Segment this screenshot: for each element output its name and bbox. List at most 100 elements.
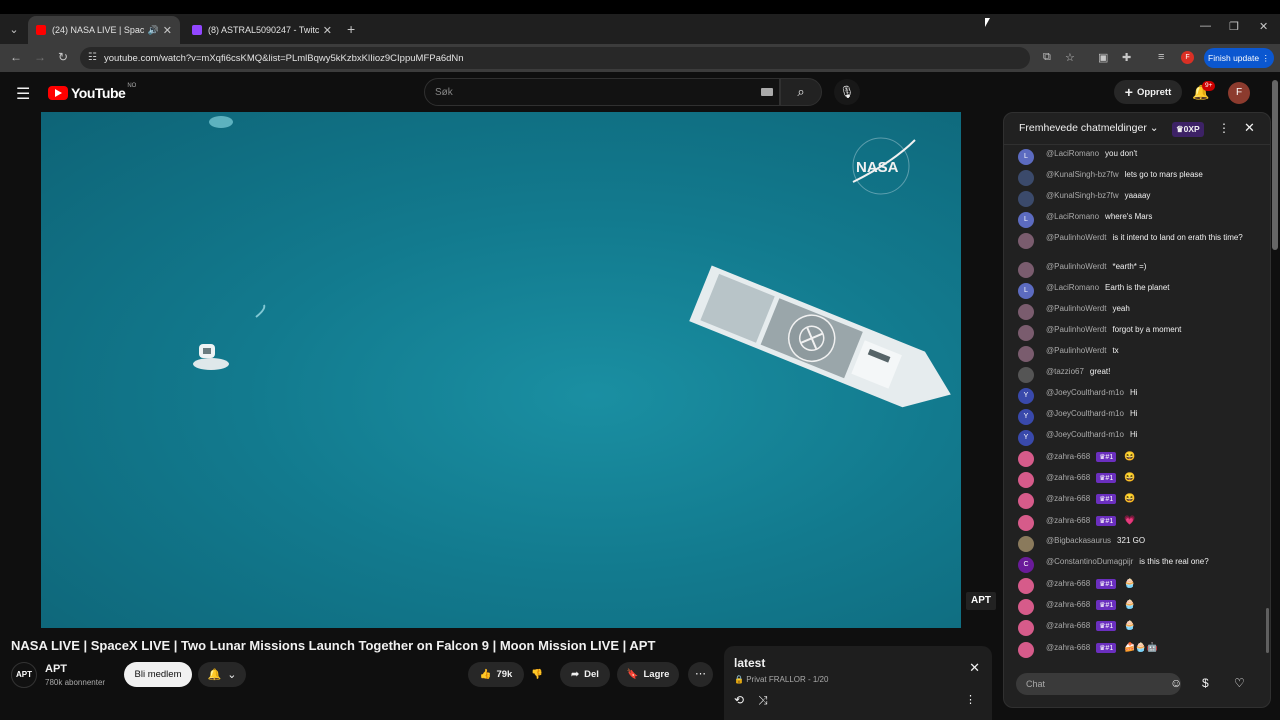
chat-author-avatar[interactable] (1018, 472, 1034, 488)
chat-author-avatar[interactable]: Y (1018, 430, 1034, 446)
extension-icon[interactable]: ▣ (1098, 51, 1108, 64)
chat-author-name[interactable]: @zahra-668 (1046, 473, 1090, 482)
chat-author-avatar[interactable]: Y (1018, 409, 1034, 425)
puzzle-icon[interactable]: ✚ (1122, 51, 1131, 64)
tab-twitch[interactable]: (8) ASTRAL5090247 - Twitch ✕ (184, 16, 340, 44)
chat-author-avatar[interactable] (1018, 515, 1034, 531)
minimize-icon[interactable]: — (1200, 20, 1211, 32)
chat-input[interactable]: Chat (1016, 673, 1181, 695)
more-actions-icon[interactable]: ⋯ (688, 662, 713, 687)
chat-author-name[interactable]: @PaulinhoWerdt (1046, 346, 1106, 355)
tab-youtube[interactable]: (24) NASA LIVE | SpaceX LIV 🔊 ✕ (28, 16, 180, 44)
chat-author-avatar[interactable] (1018, 620, 1034, 636)
chat-author-name[interactable]: @LaciRomano (1046, 212, 1099, 221)
chat-author-name[interactable]: @tazzio67 (1046, 367, 1084, 376)
chat-author-avatar[interactable] (1018, 451, 1034, 467)
site-info-icon[interactable]: ☷ (88, 52, 97, 63)
close-tab-icon[interactable]: ✕ (323, 24, 332, 37)
xp-badge[interactable]: ♛0XP (1172, 122, 1204, 137)
chat-author-name[interactable]: @zahra-668 (1046, 452, 1090, 461)
chat-author-avatar[interactable] (1018, 191, 1034, 207)
chat-author-name[interactable]: @KunalSingh-bz7fw (1046, 191, 1119, 200)
menu-icon[interactable]: ☰ (16, 84, 30, 104)
loop-icon[interactable]: ⟲ (734, 693, 758, 707)
search-button[interactable]: ⌕ (780, 78, 822, 106)
chat-author-avatar[interactable]: C (1018, 557, 1034, 573)
chat-author-avatar[interactable] (1018, 325, 1034, 341)
chat-author-avatar[interactable]: L (1018, 283, 1034, 299)
chat-author-avatar[interactable]: Y (1018, 388, 1034, 404)
join-button[interactable]: Bli medlem (124, 662, 192, 687)
chat-author-avatar[interactable] (1018, 493, 1034, 509)
close-window-icon[interactable]: ✕ (1259, 20, 1268, 33)
new-tab-icon[interactable]: + (347, 21, 355, 37)
save-button[interactable]: 🔖 Lagre (617, 662, 679, 687)
media-control-icon[interactable]: ≡ (1158, 51, 1164, 63)
tab-search-icon[interactable]: ⌄ (6, 22, 22, 38)
chat-author-name[interactable]: @PaulinhoWerdt (1046, 233, 1106, 242)
chat-author-name[interactable]: @zahra-668 (1046, 579, 1090, 588)
chat-author-avatar[interactable] (1018, 262, 1034, 278)
playlist-menu-icon[interactable]: ⋮ (965, 693, 976, 706)
chat-author-name[interactable]: @PaulinhoWerdt (1046, 262, 1106, 271)
dislike-button[interactable]: 👎 (526, 662, 548, 687)
browser-profile-avatar[interactable]: F (1181, 51, 1194, 64)
keyboard-icon[interactable] (761, 88, 773, 96)
channel-name[interactable]: APT (45, 663, 67, 675)
shuffle-icon[interactable]: ⤨ (758, 693, 782, 707)
chat-author-name[interactable]: @zahra-668 (1046, 621, 1090, 630)
url-bar[interactable]: ☷ youtube.com/watch?v=mXqfi6csKMQ&list=P… (80, 47, 1030, 69)
channel-avatar[interactable]: APT (11, 662, 37, 688)
video-player[interactable]: NASA (41, 112, 961, 628)
create-button[interactable]: + Opprett (1114, 80, 1182, 104)
playlist-title[interactable]: latest (734, 656, 765, 670)
reload-icon[interactable]: ↻ (58, 50, 68, 64)
heart-icon[interactable]: ♡ (1234, 676, 1245, 690)
like-button[interactable]: 👍 79k (468, 662, 524, 687)
chat-author-avatar[interactable] (1018, 367, 1034, 383)
chat-menu-icon[interactable]: ⋮ (1218, 121, 1230, 135)
chat-author-name[interactable]: @PaulinhoWerdt (1046, 325, 1106, 334)
restore-icon[interactable]: ❐ (1229, 20, 1239, 33)
close-chat-icon[interactable]: ✕ (1244, 120, 1255, 136)
youtube-logo[interactable]: YouTube NO (48, 83, 136, 101)
chat-author-name[interactable]: @JoeyCoulthard-m1o (1046, 430, 1124, 439)
speaker-icon[interactable]: 🔊 (148, 25, 159, 36)
chat-scrollbar[interactable] (1266, 153, 1269, 658)
chat-author-name[interactable]: @zahra-668 (1046, 600, 1090, 609)
chat-author-avatar[interactable] (1018, 304, 1034, 320)
chat-author-name[interactable]: @JoeyCoulthard-m1o (1046, 409, 1124, 418)
chat-author-name[interactable]: @KunalSingh-bz7fw (1046, 170, 1119, 179)
page-scrollbar[interactable] (1272, 80, 1278, 250)
chat-author-name[interactable]: @JoeyCoulthard-m1o (1046, 388, 1124, 397)
chat-author-name[interactable]: @LaciRomano (1046, 149, 1099, 158)
chat-author-name[interactable]: @Bigbackasaurus (1046, 536, 1111, 545)
close-playlist-icon[interactable]: ✕ (969, 660, 980, 676)
chat-scroll-thumb[interactable] (1266, 608, 1269, 653)
chat-author-avatar[interactable] (1018, 599, 1034, 615)
install-app-icon[interactable]: ⧉ (1043, 51, 1051, 64)
emoji-icon[interactable]: ☺ (1170, 676, 1182, 690)
chat-author-name[interactable]: @zahra-668 (1046, 494, 1090, 503)
chat-author-avatar[interactable] (1018, 346, 1034, 362)
chat-author-avatar[interactable] (1018, 642, 1034, 658)
chat-author-name[interactable]: @zahra-668 (1046, 643, 1090, 652)
chat-author-name[interactable]: @ConstantinoDumagpijr (1046, 557, 1133, 566)
channel-watermark[interactable]: APT (966, 592, 996, 610)
super-chat-icon[interactable]: $ (1202, 676, 1209, 690)
search-input[interactable]: Søk (424, 78, 780, 106)
chat-author-avatar[interactable]: L (1018, 212, 1034, 228)
chat-author-avatar[interactable]: L (1018, 149, 1034, 165)
close-tab-icon[interactable]: ✕ (163, 24, 172, 37)
notification-toggle-button[interactable]: 🔔 ⌄ (198, 662, 246, 687)
chat-mode-selector[interactable]: Fremhevede chatmeldinger ⌄ (1019, 122, 1159, 134)
chat-author-avatar[interactable] (1018, 578, 1034, 594)
bookmark-star-icon[interactable]: ☆ (1065, 51, 1075, 64)
voice-search-button[interactable]: 🎙 (834, 79, 860, 105)
chat-author-avatar[interactable] (1018, 170, 1034, 186)
account-avatar[interactable]: F (1228, 82, 1250, 104)
chat-author-avatar[interactable] (1018, 536, 1034, 552)
finish-update-button[interactable]: Finish update ⋮ (1204, 48, 1274, 68)
chat-author-avatar[interactable] (1018, 233, 1034, 249)
share-button[interactable]: ➦ Del (560, 662, 610, 687)
